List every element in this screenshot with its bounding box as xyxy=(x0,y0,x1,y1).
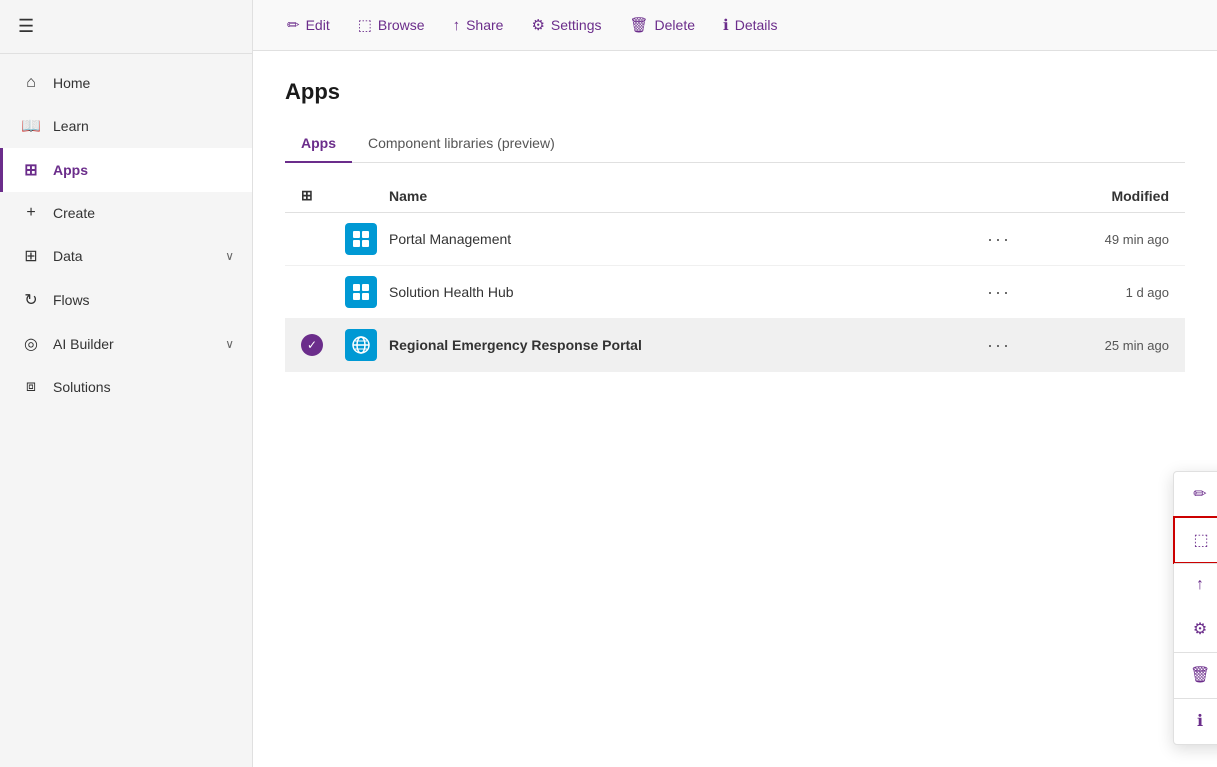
browse-button[interactable]: ⬚ Browse xyxy=(348,10,435,40)
selected-checkmark: ✓ xyxy=(301,334,323,356)
sidebar-navigation: ⌂ Home 📖 Learn ⊞ Apps + Create ⊞ Data ∨ … xyxy=(0,54,252,416)
table-col-name: Name xyxy=(389,188,969,204)
context-menu-delete[interactable]: 🗑 Delete xyxy=(1174,653,1217,698)
sidebar-item-home[interactable]: ⌂ Home xyxy=(0,62,252,104)
sidebar-item-solutions[interactable]: ⧈ Solutions xyxy=(0,366,252,408)
settings-icon: ⚙ xyxy=(531,16,544,34)
toolbar: ✏ Edit ⬚ Browse ↑ Share ⚙ Settings 🗑 Del… xyxy=(253,0,1217,51)
settings-button[interactable]: ⚙ Settings xyxy=(521,10,611,40)
context-menu-edit[interactable]: ✏ Edit xyxy=(1174,472,1217,517)
tab-apps[interactable]: Apps xyxy=(285,125,352,163)
table-icon: ⊞ xyxy=(301,187,313,203)
browse-icon: ⬚ xyxy=(358,16,372,34)
row-app-name: Solution Health Hub xyxy=(389,284,969,300)
portal-icon xyxy=(345,276,377,308)
row-modified: 49 min ago xyxy=(1029,232,1169,247)
delete-icon: 🗑 xyxy=(1190,665,1210,685)
sidebar-item-learn[interactable]: 📖 Learn xyxy=(0,104,252,148)
sidebar-item-apps[interactable]: ⊞ Apps xyxy=(0,148,252,192)
context-menu-browse[interactable]: ⬚ Browse xyxy=(1173,516,1217,564)
row-more-actions[interactable]: ··· xyxy=(969,333,1029,358)
share-icon: ↑ xyxy=(1190,576,1210,594)
table-row[interactable]: ✓ Regional Emergency Response Portal xyxy=(285,319,1185,372)
row-app-icon xyxy=(345,276,389,308)
delete-icon: 🗑 xyxy=(629,16,648,34)
browse-label: Browse xyxy=(378,17,425,33)
page-title: Apps xyxy=(285,79,1185,105)
details-button[interactable]: ℹ Details xyxy=(713,10,788,40)
share-icon: ↑ xyxy=(453,17,461,34)
row-more-actions[interactable]: ··· xyxy=(969,227,1029,252)
home-icon: ⌂ xyxy=(21,74,41,92)
sidebar-item-label: Home xyxy=(53,75,90,91)
sidebar-item-create[interactable]: + Create xyxy=(0,192,252,234)
content-area: Apps Apps Component libraries (preview) … xyxy=(253,51,1217,767)
table-row[interactable]: Portal Management ··· 49 min ago xyxy=(285,213,1185,266)
settings-icon: ⚙ xyxy=(1190,619,1210,639)
globe-icon xyxy=(345,329,377,361)
row-app-icon xyxy=(345,329,389,361)
sidebar-item-ai-builder[interactable]: ◎ AI Builder ∨ xyxy=(0,322,252,366)
details-label: Details xyxy=(735,17,778,33)
more-options-button[interactable]: ··· xyxy=(979,280,1019,305)
sidebar: ☰ ⌂ Home 📖 Learn ⊞ Apps + Create ⊞ Data … xyxy=(0,0,253,767)
edit-label: Edit xyxy=(306,17,330,33)
context-menu-settings[interactable]: ⚙ Settings xyxy=(1174,607,1217,652)
table-row[interactable]: Solution Health Hub ··· 1 d ago xyxy=(285,266,1185,319)
share-label: Share xyxy=(466,17,503,33)
table-col-modified: Modified xyxy=(1029,188,1169,204)
data-icon: ⊞ xyxy=(21,246,41,266)
portal-icon xyxy=(345,223,377,255)
context-menu-details[interactable]: ℹ Details xyxy=(1174,699,1217,744)
chevron-down-icon: ∨ xyxy=(225,337,234,351)
delete-label: Delete xyxy=(655,17,695,33)
tab-component-libraries[interactable]: Component libraries (preview) xyxy=(352,125,571,163)
ai-builder-icon: ◎ xyxy=(21,334,41,354)
details-icon: ℹ xyxy=(723,16,729,34)
edit-icon: ✏ xyxy=(287,16,300,34)
sidebar-item-label: Apps xyxy=(53,162,88,178)
table-col-checkbox: ⊞ xyxy=(301,187,345,204)
settings-label: Settings xyxy=(551,17,602,33)
sidebar-item-data[interactable]: ⊞ Data ∨ xyxy=(0,234,252,278)
sidebar-item-label: Data xyxy=(53,248,83,264)
more-options-button[interactable]: ··· xyxy=(979,227,1019,252)
browse-icon: ⬚ xyxy=(1191,530,1211,550)
edit-button[interactable]: ✏ Edit xyxy=(277,10,340,40)
chevron-down-icon: ∨ xyxy=(225,249,234,263)
row-app-icon xyxy=(345,223,389,255)
row-selected-indicator: ✓ xyxy=(301,334,345,356)
sidebar-item-label: Create xyxy=(53,205,95,221)
delete-button[interactable]: 🗑 Delete xyxy=(619,10,705,40)
create-icon: + xyxy=(21,204,41,222)
apps-icon: ⊞ xyxy=(21,160,41,180)
tabs-bar: Apps Component libraries (preview) xyxy=(285,125,1185,163)
row-modified: 25 min ago xyxy=(1029,338,1169,353)
sidebar-item-label: Learn xyxy=(53,118,89,134)
sidebar-item-label: Solutions xyxy=(53,379,111,395)
share-button[interactable]: ↑ Share xyxy=(443,11,514,40)
more-options-button[interactable]: ··· xyxy=(979,333,1019,358)
solutions-icon: ⧈ xyxy=(21,378,41,396)
row-more-actions[interactable]: ··· xyxy=(969,280,1029,305)
apps-table: ⊞ Name Modified Portal Management ··· xyxy=(285,179,1185,372)
sidebar-item-label: AI Builder xyxy=(53,336,114,352)
sidebar-item-flows[interactable]: ↻ Flows xyxy=(0,278,252,322)
row-modified: 1 d ago xyxy=(1029,285,1169,300)
table-header: ⊞ Name Modified xyxy=(285,179,1185,213)
sidebar-header: ☰ xyxy=(0,0,252,54)
hamburger-menu[interactable]: ☰ xyxy=(18,16,34,36)
context-menu-share[interactable]: ↑ Share xyxy=(1174,564,1217,607)
learn-icon: 📖 xyxy=(21,116,41,136)
row-app-name: Portal Management xyxy=(389,231,969,247)
details-icon: ℹ xyxy=(1190,711,1210,731)
sidebar-item-label: Flows xyxy=(53,292,90,308)
main-content: ✏ Edit ⬚ Browse ↑ Share ⚙ Settings 🗑 Del… xyxy=(253,0,1217,767)
context-menu: ✏ Edit ⬚ Browse ↑ Share ⚙ Settings 🗑 Del… xyxy=(1173,471,1217,745)
row-app-name: Regional Emergency Response Portal xyxy=(389,337,969,353)
edit-icon: ✏ xyxy=(1190,484,1210,504)
flows-icon: ↻ xyxy=(21,290,41,310)
